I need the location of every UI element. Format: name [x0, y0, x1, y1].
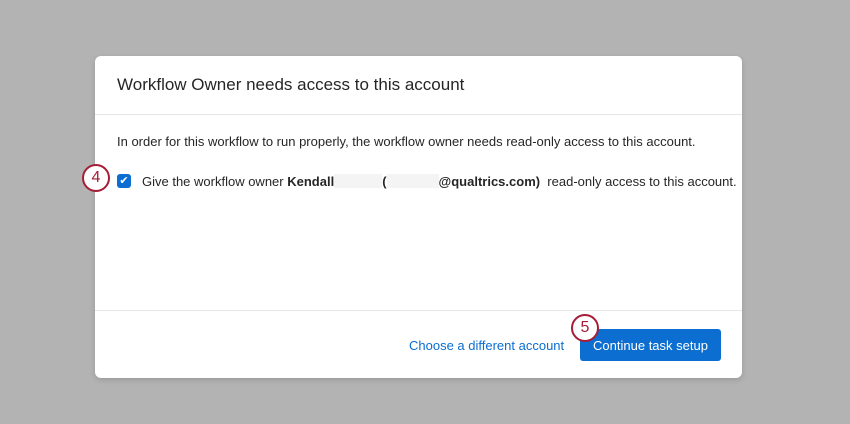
step-badge-4: 4 [82, 164, 110, 192]
owner-email: @qualtrics.com) [438, 174, 541, 189]
redacted-email [386, 174, 439, 188]
choose-different-account-link[interactable]: Choose a different account [409, 338, 564, 353]
grant-access-checkbox[interactable]: ✔ [117, 174, 131, 188]
grant-access-label: Give the workflow owner Kendall(@qualtri… [142, 174, 737, 189]
continue-task-setup-button[interactable]: Continue task setup [580, 329, 721, 361]
footer-divider [95, 310, 742, 311]
owner-name: Kendall [287, 174, 335, 189]
dialog-title: Workflow Owner needs access to this acco… [117, 75, 465, 94]
step-badge-5: 5 [571, 314, 599, 342]
dialog-description: In order for this workflow to run proper… [117, 134, 696, 149]
access-dialog: Workflow Owner needs access to this acco… [95, 56, 742, 378]
header-divider [95, 114, 742, 115]
redacted-surname [334, 174, 383, 188]
checkmark-icon: ✔ [119, 175, 129, 187]
